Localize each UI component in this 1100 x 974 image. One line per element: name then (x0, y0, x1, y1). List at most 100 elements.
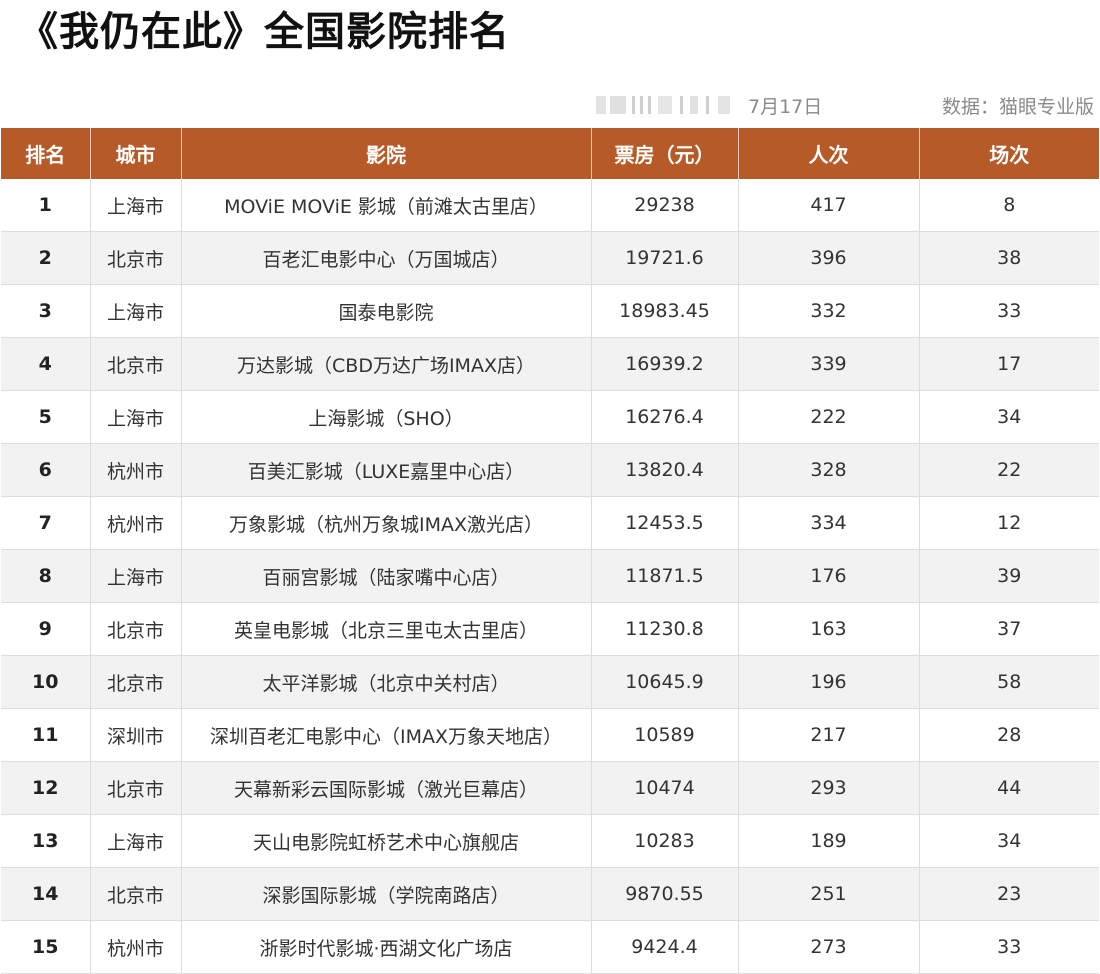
admissions-cell: 189 (738, 814, 920, 868)
cinema-name-cell: 浙影时代影城·西湖文化广场店 (181, 920, 592, 974)
rank-cell: 10 (1, 655, 91, 709)
shows-cell: 17 (919, 337, 1099, 391)
admissions-cell: 222 (738, 390, 920, 444)
rank-cell: 2 (1, 231, 91, 285)
page-title: 《我仍在此》全国影院排名 (18, 9, 510, 55)
table-body: 1 上海市 MOViE MOViE 影城（前滩太古里店） 29238 417 8 2 北京市百… (1, 179, 1099, 974)
boxoffice-cell: 10589 (591, 708, 739, 762)
admissions-cell: 339 (738, 337, 920, 391)
city-cell: 北京市 (90, 761, 182, 815)
header-rank: 排名 (1, 128, 91, 179)
rank-cell: 6 (1, 443, 91, 497)
rank-cell: 9 (1, 602, 91, 656)
shows-cell: 12 (919, 496, 1099, 550)
cinema-name-cell: 百美汇影城（LUXE嘉里中心店） (181, 443, 592, 497)
city-cell: 北京市 (90, 655, 182, 709)
header-city: 城市 (90, 128, 182, 179)
admissions-cell: 396 (738, 231, 920, 285)
header-shows: 场次 (919, 128, 1099, 179)
cinema-name-cell: 万象影城（杭州万象城IMAX激光店） (181, 496, 592, 550)
rank-cell: 15 (1, 920, 91, 974)
admissions-cell: 332 (738, 284, 920, 338)
cinema-name-cell: 天幕新彩云国际影城（激光巨幕店） (181, 761, 592, 815)
date-label: 7月17日 (748, 96, 823, 118)
boxoffice-cell: 11230.8 (591, 602, 739, 656)
city-cell: 上海市 (90, 549, 182, 603)
admissions-cell: 176 (738, 549, 920, 603)
city-cell: 杭州市 (90, 496, 182, 550)
city-cell: 北京市 (90, 867, 182, 921)
admissions-cell: 334 (738, 496, 920, 550)
rank-cell: 11 (1, 708, 91, 762)
rank-cell: 1 (1, 179, 91, 232)
cinema-name-cell: 太平洋影城（北京中关村店） (181, 655, 592, 709)
boxoffice-cell: 10474 (591, 761, 739, 815)
table-row: 10 北京市 太平洋影城（北京中关村店） 10645.9 196 58 (1, 655, 1099, 709)
city-cell: 上海市 (90, 284, 182, 338)
cinema-name-cell: 天山电影院虹桥艺术中心旗舰店 (181, 814, 592, 868)
cinema-name-cell: 国泰电影院 (181, 284, 592, 338)
rank-cell: 3 (1, 284, 91, 338)
cinema-name-cell: 百丽宫影城（陆家嘴中心店） (181, 549, 592, 603)
boxoffice-cell: 29238 (591, 179, 739, 232)
city-cell: 杭州市 (90, 920, 182, 974)
header-boxoffice: 票房（元） (591, 128, 739, 179)
boxoffice-cell: 9424.4 (591, 920, 739, 974)
rank-cell: 4 (1, 337, 91, 391)
shows-cell: 44 (919, 761, 1099, 815)
boxoffice-cell: 18983.45 (591, 284, 739, 338)
table-row: 4 北京市 万达影城（CBD万达广场IMAX店） 16939.2 339 17 (1, 337, 1099, 391)
admissions-cell: 293 (738, 761, 920, 815)
shows-cell: 33 (919, 284, 1099, 338)
boxoffice-cell: 11871.5 (591, 549, 739, 603)
table-row: 3 上海市 国泰电影院 18983.45 332 33 (1, 284, 1099, 338)
table-row: 13 上海市 天山电影院虹桥艺术中心旗舰店 10283 189 34 (1, 814, 1099, 868)
source-label: 数据：猫眼专业版 (941, 96, 1094, 118)
rank-cell: 12 (1, 761, 91, 815)
cinema-name-cell: 深圳百老汇电影中心（IMAX万象天地店） (181, 708, 592, 762)
city-cell: 上海市 (90, 179, 182, 232)
table-row: 7 杭州市 万象影城（杭州万象城IMAX激光店） 12453.5 334 12 (1, 496, 1099, 550)
city-cell: 深圳市 (90, 708, 182, 762)
cinema-name-cell: 百老汇电影中心（万国城店） (181, 231, 592, 285)
boxoffice-cell: 12453.5 (591, 496, 739, 550)
admissions-cell: 417 (738, 179, 920, 232)
header-admissions: 人次 (738, 128, 920, 179)
boxoffice-cell: 10283 (591, 814, 739, 868)
rank-cell: 13 (1, 814, 91, 868)
city-cell: 北京市 (90, 602, 182, 656)
admissions-cell: 196 (738, 655, 920, 709)
table-row: 9 北京市 英皇电影城（北京三里屯太古里店） 11230.8 163 37 (1, 602, 1099, 656)
boxoffice-cell: 10645.9 (591, 655, 739, 709)
shows-cell: 34 (919, 390, 1099, 444)
table-row: 1 上海市 MOViE MOViE 影城（前滩太古里店） 29238 417 8 (1, 179, 1099, 232)
table-row: 12 北京市 天幕新彩云国际影城（激光巨幕店） 10474 293 44 (1, 761, 1099, 815)
rank-cell: 8 (1, 549, 91, 603)
rank-cell: 7 (1, 496, 91, 550)
admissions-cell: 163 (738, 602, 920, 656)
city-cell: 上海市 (90, 814, 182, 868)
shows-cell: 8 (919, 179, 1099, 232)
rank-cell: 14 (1, 867, 91, 921)
blurred-watermark (596, 96, 734, 114)
admissions-cell: 251 (738, 867, 920, 921)
boxoffice-cell: 13820.4 (591, 443, 739, 497)
header-cinema: 影院 (181, 128, 592, 179)
meta-row: 7月17日 数据：猫眼专业版 (0, 84, 1100, 124)
cinema-name-cell: MOViE MOViE 影城（前滩太古里店） (181, 179, 592, 232)
admissions-cell: 273 (738, 920, 920, 974)
table-row: 5 上海市 上海影城（SHO） 16276.4 222 34 (1, 390, 1099, 444)
shows-cell: 58 (919, 655, 1099, 709)
admissions-cell: 328 (738, 443, 920, 497)
table-row: 2 北京市 百老汇电影中心（万国城店） 19721.6 396 38 (1, 231, 1099, 285)
shows-cell: 37 (919, 602, 1099, 656)
cinema-name-cell: 上海影城（SHO） (181, 390, 592, 444)
shows-cell: 22 (919, 443, 1099, 497)
cinema-name-cell: 深影国际影城（学院南路店） (181, 867, 592, 921)
shows-cell: 39 (919, 549, 1099, 603)
cinema-name-cell: 英皇电影城（北京三里屯太古里店） (181, 602, 592, 656)
boxoffice-cell: 19721.6 (591, 231, 739, 285)
table-row: 6 杭州市 百美汇影城（LUXE嘉里中心店） 13820.4 328 22 (1, 443, 1099, 497)
shows-cell: 28 (919, 708, 1099, 762)
table-row: 14 北京市 深影国际影城（学院南路店） 9870.55 251 23 (1, 867, 1099, 921)
